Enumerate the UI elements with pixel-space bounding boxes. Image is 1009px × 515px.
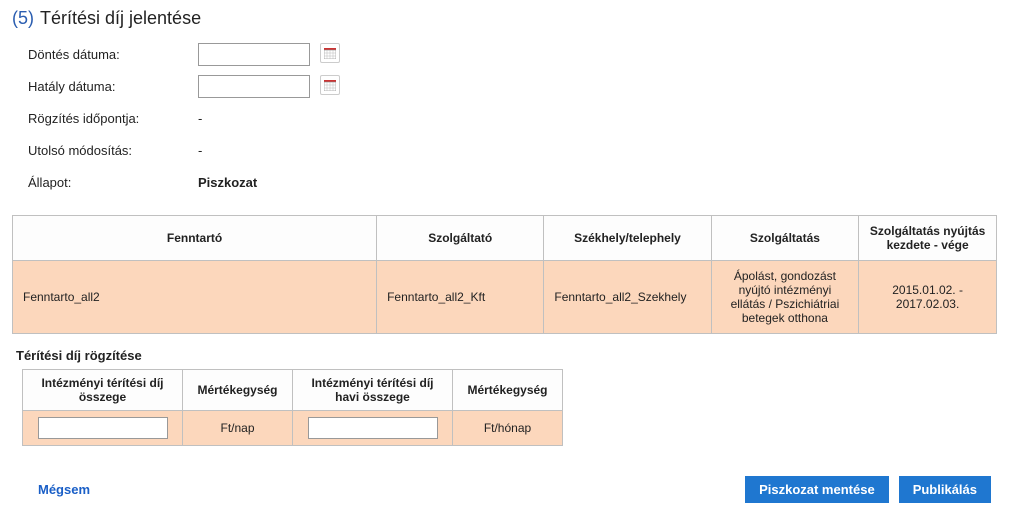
service-table: Fenntartó Szolgáltató Székhely/telephely… <box>12 215 997 334</box>
cancel-link[interactable]: Mégsem <box>38 482 90 497</box>
unit-ft-honap: Ft/hónap <box>453 411 563 446</box>
col-mertekegyseg-2: Mértékegység <box>453 370 563 411</box>
table-row: Ft/nap Ft/hónap <box>23 411 563 446</box>
calendar-icon[interactable] <box>320 43 340 63</box>
cell-kezdet-vege: 2015.01.02. - 2017.02.03. <box>859 261 997 334</box>
subsection-title: Térítési díj rögzítése <box>16 348 997 363</box>
value-allapot: Piszkozat <box>198 175 257 190</box>
value-utolso-modositas: - <box>198 143 202 158</box>
col-dij-osszeg: Intézményi térítési díj összege <box>23 370 183 411</box>
publish-button[interactable]: Publikálás <box>899 476 991 503</box>
label-dontes-datuma: Döntés dátuma: <box>28 47 198 62</box>
save-draft-button[interactable]: Piszkozat mentése <box>745 476 889 503</box>
col-havi-osszeg: Intézményi térítési díj havi összege <box>293 370 453 411</box>
unit-ft-nap: Ft/nap <box>183 411 293 446</box>
fee-table: Intézményi térítési díj összege Mértékeg… <box>22 369 563 446</box>
col-szekhely: Székhely/telephely <box>544 216 711 261</box>
col-fenntarto: Fenntartó <box>13 216 377 261</box>
input-dontes-datuma[interactable] <box>198 43 310 66</box>
input-dij-osszeg[interactable] <box>38 417 168 439</box>
col-szolgaltato: Szolgáltató <box>377 216 544 261</box>
section-title-text: Térítési díj jelentése <box>40 8 201 29</box>
cell-fenntarto: Fenntarto_all2 <box>13 261 377 334</box>
col-mertekegyseg-1: Mértékegység <box>183 370 293 411</box>
calendar-icon[interactable] <box>320 75 340 95</box>
cell-szolgaltatas: Ápolást, gondozást nyújtó intézményi ell… <box>711 261 859 334</box>
section-title: (5) Térítési díj jelentése <box>12 8 997 29</box>
label-rogzites-idopontja: Rögzítés időpontja: <box>28 111 198 126</box>
col-kezdet-vege: Szolgáltatás nyújtás kezdete - vége <box>859 216 997 261</box>
col-szolgaltatas: Szolgáltatás <box>711 216 859 261</box>
label-allapot: Állapot: <box>28 175 198 190</box>
input-havi-osszeg[interactable] <box>308 417 438 439</box>
label-hataly-datuma: Hatály dátuma: <box>28 79 198 94</box>
cell-szekhely: Fenntarto_all2_Szekhely <box>544 261 711 334</box>
table-row[interactable]: Fenntarto_all2 Fenntarto_all2_Kft Fennta… <box>13 261 997 334</box>
section-number: (5) <box>12 8 34 29</box>
value-rogzites-idopontja: - <box>198 111 202 126</box>
input-hataly-datuma[interactable] <box>198 75 310 98</box>
label-utolso-modositas: Utolsó módosítás: <box>28 143 198 158</box>
cell-szolgaltato: Fenntarto_all2_Kft <box>377 261 544 334</box>
